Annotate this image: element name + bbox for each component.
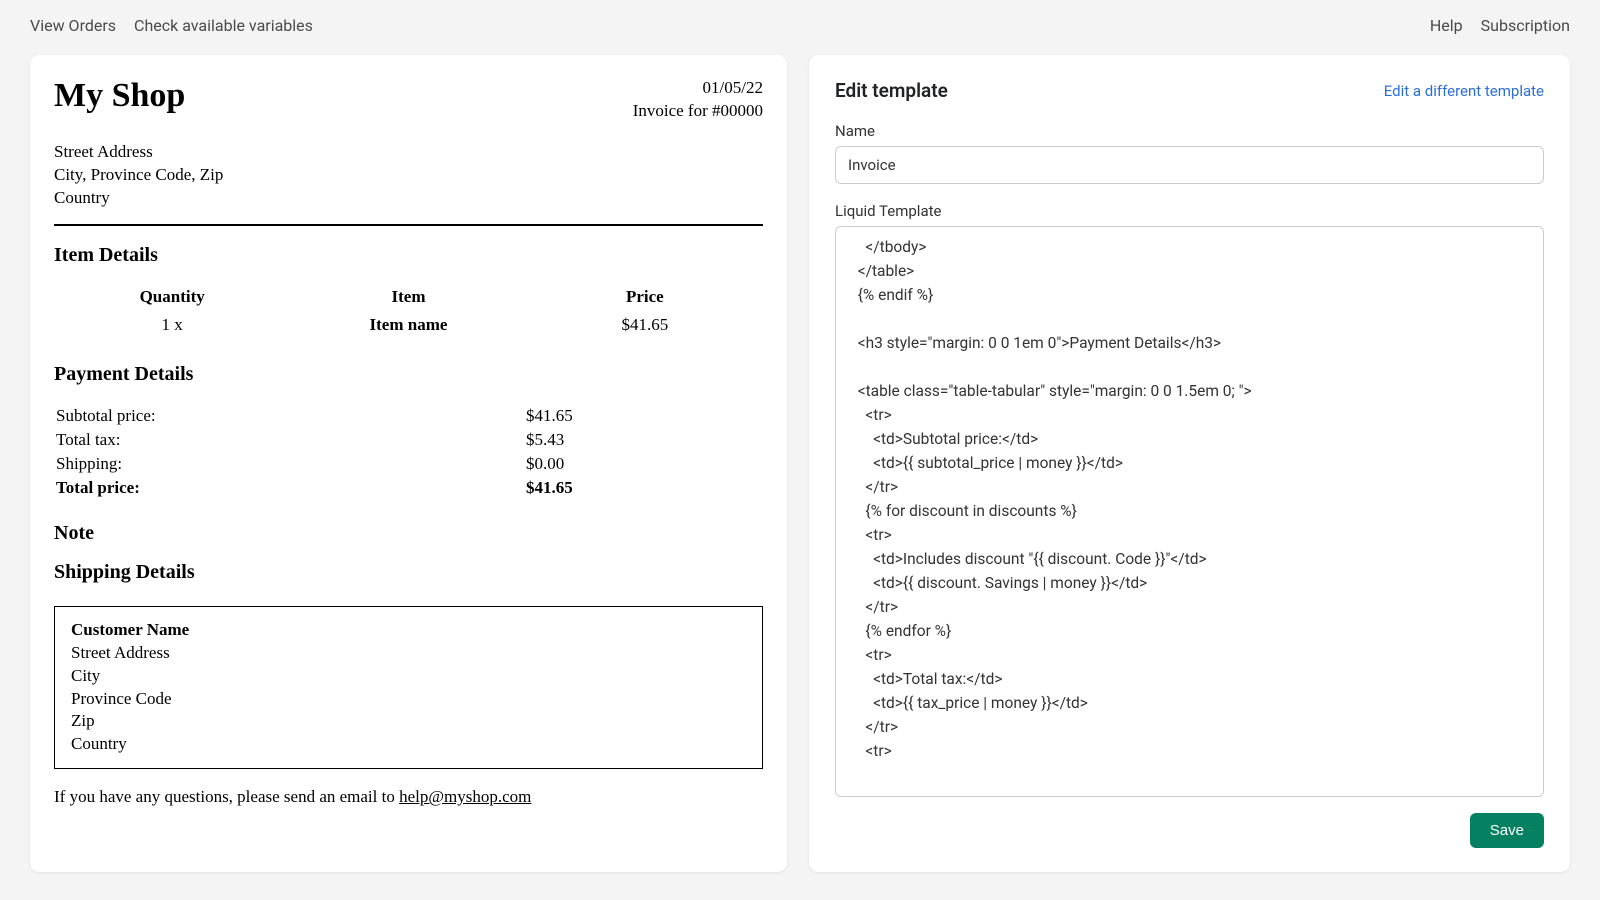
save-button[interactable]: Save [1470, 813, 1544, 848]
invoice-preview-panel: My Shop 01/05/22 Invoice for #00000 Stre… [30, 55, 787, 872]
ship-street: Street Address [71, 642, 746, 665]
ship-city: City [71, 665, 746, 688]
check-variables-link[interactable]: Check available variables [134, 16, 313, 35]
invoice-number: Invoice for #00000 [633, 100, 763, 123]
shipping-box: Customer Name Street Address City Provin… [54, 606, 763, 770]
help-link[interactable]: Help [1430, 16, 1463, 35]
footer-line: If you have any questions, please send a… [54, 787, 763, 807]
col-quantity: Quantity [54, 283, 290, 311]
view-orders-link[interactable]: View Orders [30, 16, 116, 35]
ship-country: Country [71, 733, 746, 756]
edit-template-panel: Edit template Edit a different template … [809, 55, 1570, 872]
ship-zip: Zip [71, 710, 746, 733]
template-name-input[interactable] [835, 146, 1544, 184]
payment-details-heading: Payment Details [54, 363, 763, 386]
item-row: 1 x Item name $41.65 [54, 311, 763, 339]
shipping-details-heading: Shipping Details [54, 561, 763, 584]
col-price: Price [527, 283, 763, 311]
payment-table: Subtotal price:$41.65 Total tax:$5.43 Sh… [54, 404, 763, 500]
liquid-label: Liquid Template [835, 202, 1544, 220]
tax-value: $5.43 [524, 428, 763, 452]
footer-email[interactable]: help@myshop.com [399, 787, 531, 806]
shipping-label: Shipping: [54, 452, 524, 476]
col-item: Item [290, 283, 526, 311]
topbar: View Orders Check available variables He… [0, 0, 1600, 55]
shop-city-line: City, Province Code, Zip [54, 164, 763, 187]
total-label: Total price: [54, 476, 524, 500]
note-heading: Note [54, 522, 763, 545]
shop-country: Country [54, 187, 763, 210]
item-details-heading: Item Details [54, 244, 763, 267]
tax-label: Total tax: [54, 428, 524, 452]
edit-different-template-link[interactable]: Edit a different template [1384, 82, 1544, 100]
item-name: Item name [290, 311, 526, 339]
subtotal-label: Subtotal price: [54, 404, 524, 428]
item-qty: 1 x [54, 311, 290, 339]
liquid-template-editor[interactable] [835, 226, 1544, 797]
item-price: $41.65 [527, 311, 763, 339]
edit-template-title: Edit template [835, 79, 948, 102]
name-label: Name [835, 122, 1544, 140]
shop-name: My Shop [54, 77, 185, 114]
shop-street: Street Address [54, 141, 763, 164]
divider [54, 224, 763, 226]
footer-text: If you have any questions, please send a… [54, 787, 399, 806]
total-value: $41.65 [524, 476, 763, 500]
ship-province: Province Code [71, 688, 746, 711]
shipping-value: $0.00 [524, 452, 763, 476]
ship-customer: Customer Name [71, 619, 746, 642]
items-table: Quantity Item Price 1 x Item name $41.65 [54, 283, 763, 339]
subtotal-value: $41.65 [524, 404, 763, 428]
invoice-date: 01/05/22 [633, 77, 763, 100]
subscription-link[interactable]: Subscription [1481, 16, 1570, 35]
